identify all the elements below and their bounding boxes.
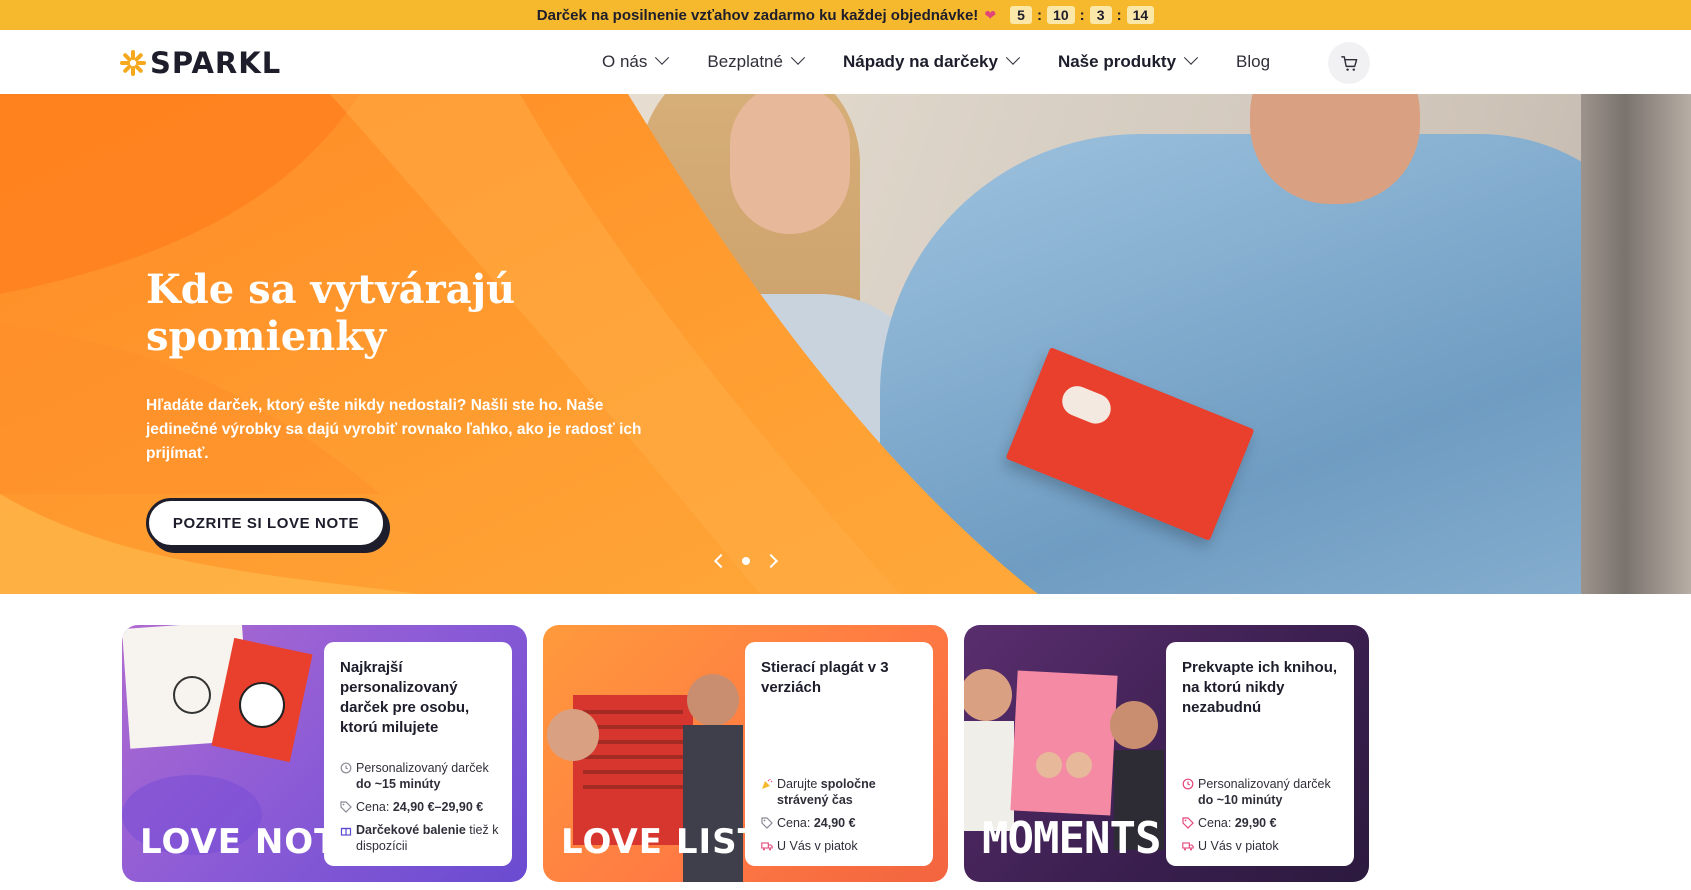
price-row: Cena: 24,90 €–29,90 € [340,799,502,815]
site-header: SPARKL O nás Bezplatné Nápady na darčeky… [0,30,1691,94]
delivery-row: U Vás v piatok [761,838,923,854]
product-info-box: Stierací plagát v 3 verziách Darujte spo… [745,642,933,866]
logo[interactable]: SPARKL [120,46,281,80]
product-card-love-note[interactable]: LOVE NOTE Najkrajší personalizovaný darč… [122,625,527,882]
product-cards: LOVE NOTE Najkrajší personalizovaný darč… [122,625,1369,882]
clock-icon [340,762,352,774]
nav-item-o-nas[interactable]: O nás [602,50,670,72]
hero-description: Hľadáte darček, ktorý ešte nikdy nedosta… [146,397,642,462]
sparkle-logo-icon [120,50,146,76]
hero-cta-button[interactable]: POZRITE SI LOVE NOTE [146,498,386,548]
price-row: Cena: 24,90 € [761,815,923,831]
countdown-hours: 10 [1047,6,1075,24]
tag-icon [1182,817,1194,829]
chevron-down-icon [1005,50,1021,65]
nav-label: Nápady na darčeky [842,52,998,71]
product-card-love-list[interactable]: LOVE LIST Stierací plagát v 3 verziách D… [543,625,948,882]
chevron-down-icon [1183,50,1199,65]
countdown-minutes: 3 [1089,6,1112,24]
logo-text: SPARKL [150,46,282,80]
heart-icon: ❤ [984,6,997,23]
cart-button[interactable] [1328,42,1370,84]
nav-label: Blog [1236,52,1271,71]
tag-icon [340,801,352,813]
slider-controls [713,553,779,569]
nav-item-bezplatne[interactable]: Bezplatné [707,50,806,72]
nav-label: O nás [602,52,648,71]
product-card-moments[interactable]: MOMENTS Prekvapte ich knihou, na ktorú n… [964,625,1369,882]
gift-wrap-row: Darčekové balenie tiež k dispozícii [340,822,502,854]
cart-icon [1340,55,1357,71]
main-nav: O nás Bezplatné Nápady na darčeky Naše p… [602,30,1310,94]
moments-brand: MOMENTS [982,813,1161,864]
nav-item-napady-na-darceky[interactable]: Nápady na darčeky [842,50,1021,72]
chevron-down-icon [655,50,670,65]
love-list-brand: LOVE LIST [561,822,762,862]
party-icon [762,779,773,789]
product-title: Stierací plagát v 3 verziách [761,659,889,696]
clock-icon [1182,778,1194,790]
price-row: Cena: 29,90 € [1182,815,1344,831]
hero-title: Kde sa vytvárajú spomienky [146,266,516,360]
countdown-timer: 5 : 10 : 3 : 14 [1010,6,1155,24]
nav-label: Naše produkty [1057,52,1177,71]
truck-icon [761,842,773,851]
promo-bar: Darček na posilnenie vzťahov zadarmo ku … [0,0,1691,30]
countdown-seconds: 14 [1126,6,1155,24]
countdown-days: 5 [1010,6,1033,24]
delivery-row: U Vás v piatok [1182,838,1344,854]
promo-text: Darček na posilnenie vzťahov zadarmo ku … [536,6,979,24]
gift-icon [340,827,352,836]
gift-time-row: Darujte spoločne strávený čas [761,776,923,808]
truck-icon [1182,842,1194,851]
delivery-time-row: Personalizovaný darček do ~15 minúty [340,760,502,792]
product-info-box: Prekvapte ich knihou, na ktorú nikdy nez… [1166,642,1354,866]
chevron-down-icon [790,50,806,65]
delivery-time-row: Personalizovaný darček do ~10 minúty [1182,776,1344,808]
slider-dot-active[interactable] [742,557,750,565]
product-info-box: Najkrajší personalizovaný darček pre oso… [324,642,512,866]
chevron-left-icon[interactable] [713,553,729,569]
hero-banner: Kde sa vytvárajú spomienky Hľadáte darče… [0,94,1691,594]
nav-label: Bezplatné [707,52,783,71]
product-title: Prekvapte ich knihou, na ktorú nikdy nez… [1182,659,1338,716]
chevron-right-icon[interactable] [763,553,779,569]
nav-item-blog[interactable]: Blog [1236,52,1270,72]
tag-icon [761,817,773,829]
nav-item-nase-produkty[interactable]: Naše produkty [1057,50,1199,72]
product-title: Najkrajší personalizovaný darček pre oso… [340,659,470,736]
